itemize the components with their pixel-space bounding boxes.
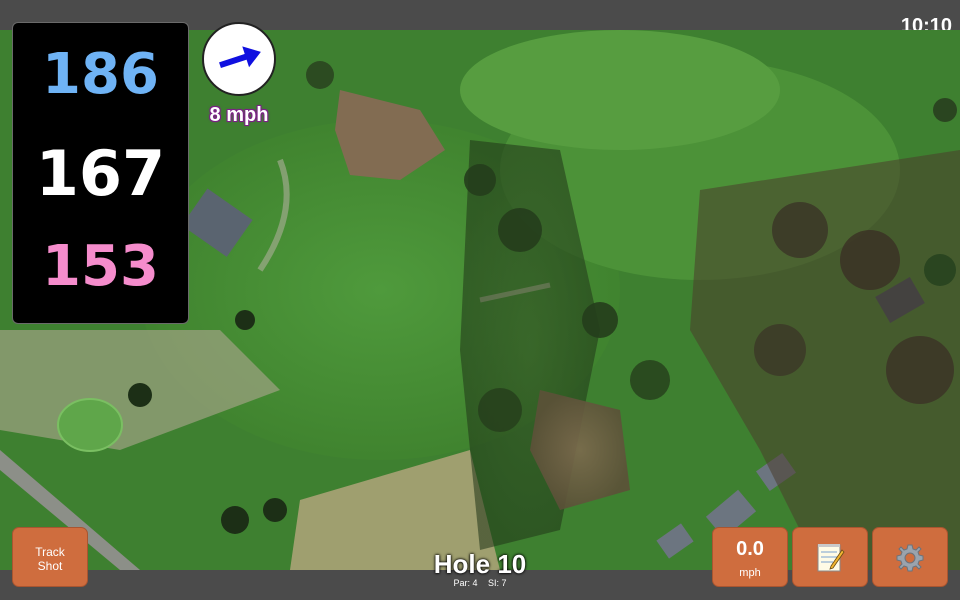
- track-shot-button[interactable]: Track Shot: [12, 527, 88, 587]
- distance-middle: 167: [35, 137, 166, 210]
- wind-readout-value: 0.0: [736, 538, 764, 560]
- hole-par: Par: 4: [453, 578, 478, 588]
- wind-readout-button[interactable]: 0.0 mph: [712, 527, 788, 587]
- gear-icon: [896, 544, 924, 572]
- wind-speed-label: 8 mph: [209, 104, 269, 126]
- hole-title: Hole 10: [433, 549, 527, 579]
- settings-button[interactable]: [872, 527, 948, 587]
- distance-panel: 186 167 153: [12, 22, 189, 324]
- hole-info: Hole 10 Par: 4 SI: 7: [380, 550, 580, 588]
- distance-back: 186: [42, 42, 159, 107]
- notes-button[interactable]: [792, 527, 868, 587]
- track-shot-label-line1: Track: [35, 545, 65, 559]
- wind-direction-indicator: [202, 22, 276, 96]
- hole-si: SI: 7: [488, 578, 507, 588]
- arrow-right-icon: [219, 46, 261, 69]
- distance-front: 153: [42, 234, 159, 299]
- notepad-icon: [817, 544, 845, 572]
- wind-readout-unit: mph: [739, 567, 761, 579]
- hole-meta: Par: 4 SI: 7: [380, 578, 580, 588]
- track-shot-label-line2: Shot: [37, 559, 63, 573]
